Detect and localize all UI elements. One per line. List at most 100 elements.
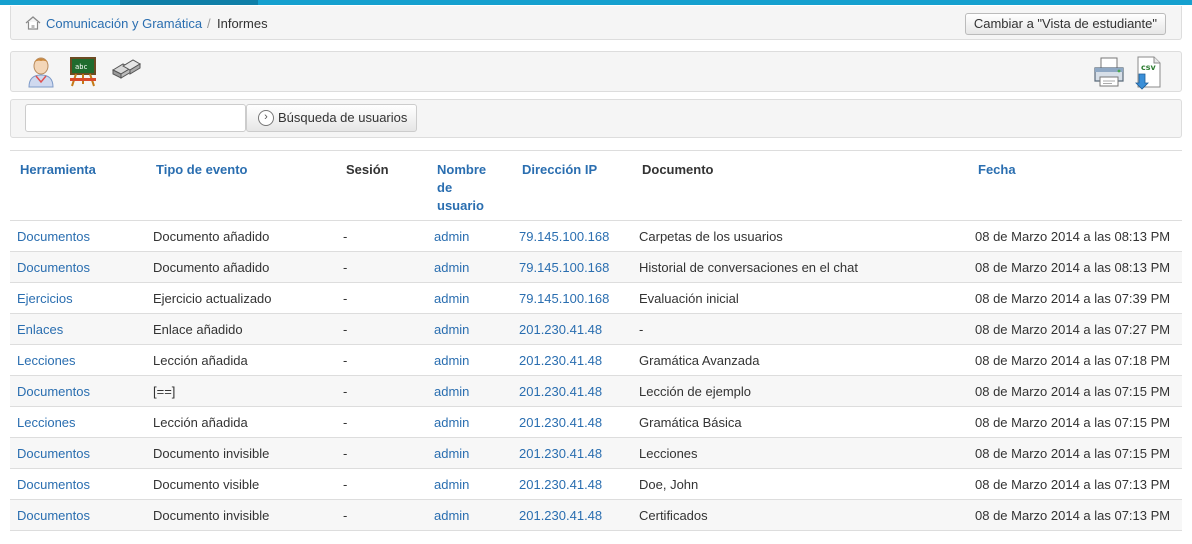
tools-icon[interactable]: [110, 56, 142, 86]
cell-tool[interactable]: Lecciones: [10, 406, 146, 438]
table-row: Ejercicios Ejercicio actualizado - admin…: [10, 282, 1182, 314]
user-icon[interactable]: [27, 56, 55, 88]
column-header-ip-address[interactable]: Dirección IP: [512, 150, 632, 221]
csv-export-icon[interactable]: csv: [1133, 56, 1163, 90]
cell-document: Lección de ejemplo: [632, 375, 968, 407]
cell-ip[interactable]: 201.230.41.48: [512, 313, 632, 345]
cell-session: -: [336, 375, 427, 407]
cell-session: -: [336, 468, 427, 500]
table-row: Documentos [==] - admin 201.230.41.48 Le…: [10, 375, 1182, 407]
cell-event: Enlace añadido: [146, 313, 336, 345]
table-row: Documentos Documento invisible - admin 2…: [10, 437, 1182, 469]
cell-session: -: [336, 282, 427, 314]
cell-event: Documento añadido: [146, 251, 336, 283]
cell-user[interactable]: admin: [427, 499, 512, 531]
cell-ip[interactable]: 201.230.41.48: [512, 437, 632, 469]
cell-ip[interactable]: 79.145.100.168: [512, 251, 632, 283]
user-search-input[interactable]: [25, 104, 246, 132]
cell-tool[interactable]: Documentos: [10, 251, 146, 283]
cell-ip[interactable]: 79.145.100.168: [512, 220, 632, 252]
cell-ip[interactable]: 79.145.100.168: [512, 282, 632, 314]
cell-document: Gramática Básica: [632, 406, 968, 438]
table-row: Documentos Documento añadido - admin 79.…: [10, 220, 1182, 252]
cell-user[interactable]: admin: [427, 220, 512, 252]
cell-date: 08 de Marzo 2014 a las 07:18 PM: [968, 344, 1182, 376]
cell-document: Carpetas de los usuarios: [632, 220, 968, 252]
svg-text:csv: csv: [1141, 63, 1157, 72]
cell-session: -: [336, 499, 427, 531]
cell-session: -: [336, 313, 427, 345]
cell-event: Documento añadido: [146, 220, 336, 252]
table-row: Lecciones Lección añadida - admin 201.23…: [10, 406, 1182, 438]
cell-date: 08 de Marzo 2014 a las 08:13 PM: [968, 251, 1182, 283]
cell-user[interactable]: admin: [427, 251, 512, 283]
cell-tool[interactable]: Lecciones: [10, 344, 146, 376]
cell-user[interactable]: admin: [427, 437, 512, 469]
cell-event: Documento visible: [146, 468, 336, 500]
course-chalkboard-icon[interactable]: abc: [68, 56, 98, 88]
svg-text:abc: abc: [75, 63, 88, 71]
cell-user[interactable]: admin: [427, 406, 512, 438]
breadcrumb-current: Informes: [217, 16, 268, 31]
report-table: Herramienta Tipo de evento Sesión Nombre…: [10, 150, 1182, 531]
breadcrumb-separator: /: [207, 16, 211, 31]
user-search-bar: › Búsqueda de usuarios: [10, 99, 1182, 138]
top-active-tab-indicator: [120, 0, 258, 5]
column-header-event-type[interactable]: Tipo de evento: [146, 150, 336, 221]
cell-tool[interactable]: Documentos: [10, 468, 146, 500]
cell-ip[interactable]: 201.230.41.48: [512, 406, 632, 438]
cell-date: 08 de Marzo 2014 a las 07:27 PM: [968, 313, 1182, 345]
column-header-date[interactable]: Fecha: [968, 150, 1182, 221]
cell-tool[interactable]: Documentos: [10, 499, 146, 531]
cell-document: -: [632, 313, 968, 345]
cell-date: 08 de Marzo 2014 a las 07:39 PM: [968, 282, 1182, 314]
cell-event: Ejercicio actualizado: [146, 282, 336, 314]
cell-ip[interactable]: 201.230.41.48: [512, 375, 632, 407]
cell-tool[interactable]: Documentos: [10, 375, 146, 407]
table-row: Enlaces Enlace añadido - admin 201.230.4…: [10, 313, 1182, 345]
cell-ip[interactable]: 201.230.41.48: [512, 499, 632, 531]
cell-event: Documento invisible: [146, 437, 336, 469]
cell-session: -: [336, 344, 427, 376]
cell-tool[interactable]: Documentos: [10, 437, 146, 469]
cell-document: Certificados: [632, 499, 968, 531]
cell-tool[interactable]: Enlaces: [10, 313, 146, 345]
home-icon[interactable]: [25, 15, 41, 31]
cell-event: Lección añadida: [146, 344, 336, 376]
toolbar: abc csv: [10, 51, 1182, 92]
table-header-row: Herramienta Tipo de evento Sesión Nombre…: [10, 150, 1182, 221]
user-search-button[interactable]: › Búsqueda de usuarios: [246, 104, 417, 132]
column-header-document: Documento: [632, 150, 968, 221]
cell-session: -: [336, 220, 427, 252]
cell-date: 08 de Marzo 2014 a las 07:15 PM: [968, 375, 1182, 407]
cell-event: Lección añadida: [146, 406, 336, 438]
cell-date: 08 de Marzo 2014 a las 07:13 PM: [968, 499, 1182, 531]
column-header-username[interactable]: Nombre de usuario: [427, 150, 512, 221]
cell-tool[interactable]: Ejercicios: [10, 282, 146, 314]
table-row: Documentos Documento añadido - admin 79.…: [10, 251, 1182, 283]
cell-event: [==]: [146, 375, 336, 407]
cell-user[interactable]: admin: [427, 313, 512, 345]
column-header-tool[interactable]: Herramienta: [10, 150, 146, 221]
cell-document: Doe, John: [632, 468, 968, 500]
cell-document: Evaluación inicial: [632, 282, 968, 314]
cell-user[interactable]: admin: [427, 282, 512, 314]
student-view-button[interactable]: Cambiar a "Vista de estudiante": [964, 13, 1166, 35]
cell-ip[interactable]: 201.230.41.48: [512, 468, 632, 500]
breadcrumb-course-link[interactable]: Comunicación y Gramática: [46, 16, 202, 31]
cell-ip[interactable]: 201.230.41.48: [512, 344, 632, 376]
print-icon[interactable]: [1092, 56, 1126, 88]
cell-tool[interactable]: Documentos: [10, 220, 146, 252]
cell-user[interactable]: admin: [427, 344, 512, 376]
top-accent-bar: [0, 0, 1192, 5]
table-row: Documentos Documento invisible - admin 2…: [10, 499, 1182, 531]
cell-document: Historial de conversaciones en el chat: [632, 251, 968, 283]
table-row: Lecciones Lección añadida - admin 201.23…: [10, 344, 1182, 376]
user-search-button-label: Búsqueda de usuarios: [278, 110, 408, 125]
cell-user[interactable]: admin: [427, 375, 512, 407]
cell-date: 08 de Marzo 2014 a las 07:15 PM: [968, 406, 1182, 438]
cell-session: -: [336, 406, 427, 438]
cell-date: 08 de Marzo 2014 a las 07:13 PM: [968, 468, 1182, 500]
cell-user[interactable]: admin: [427, 468, 512, 500]
cell-event: Documento invisible: [146, 499, 336, 531]
